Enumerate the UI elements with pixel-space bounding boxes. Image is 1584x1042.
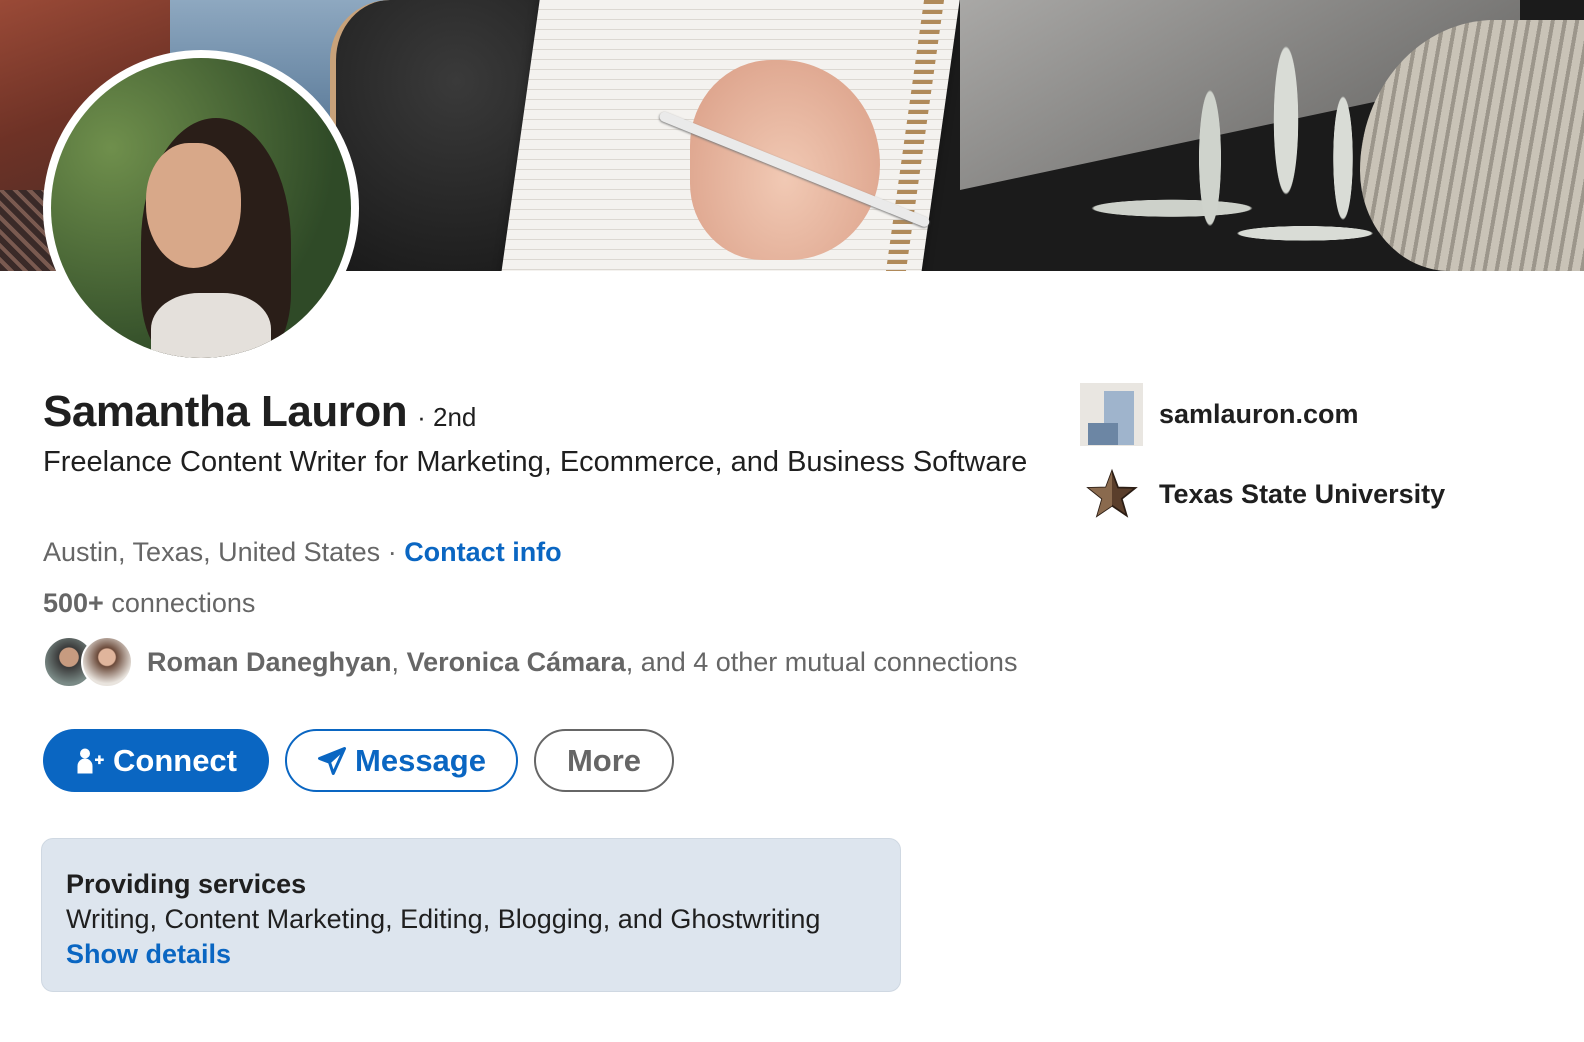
services-list: Writing, Content Marketing, Editing, Blo…: [66, 904, 821, 934]
contact-info-link[interactable]: Contact info: [404, 537, 561, 567]
profile-name: Samantha Lauron: [43, 387, 408, 436]
message-label: Message: [355, 742, 486, 778]
connection-degree: · 2nd: [417, 402, 477, 432]
profile-headline: Freelance Content Writer for Marketing, …: [43, 446, 1028, 478]
profile-actions: Connect Message More: [43, 729, 690, 792]
mutual-separator: ,: [391, 646, 407, 677]
star-icon: [1080, 463, 1143, 526]
location-row: Austin, Texas, United States · Contact i…: [43, 537, 562, 568]
mutual-connections[interactable]: Roman Daneghyan, Veronica Cámara, and 4 …: [43, 636, 1017, 688]
website-link[interactable]: samlauron.com: [1080, 382, 1445, 446]
connect-label: Connect: [113, 742, 237, 778]
show-details-link[interactable]: Show details: [66, 937, 876, 972]
location-separator: ·: [380, 537, 405, 567]
person-add-icon: [75, 746, 105, 776]
website-logo: [1080, 382, 1143, 446]
profile-side-links: samlauron.com Texas State University: [1080, 382, 1445, 542]
connections-link[interactable]: 500+ connections: [43, 588, 255, 619]
connections-count: 500+: [43, 588, 104, 618]
providing-services-card[interactable]: Providing services Writing, Content Mark…: [41, 838, 901, 992]
connections-label: connections: [103, 588, 256, 618]
mutual-rest: , and 4 other mutual connections: [625, 646, 1018, 677]
profile-avatar[interactable]: [43, 50, 359, 366]
mutual-connections-text: Roman Daneghyan, Veronica Cámara, and 4 …: [147, 647, 1017, 678]
website-label: samlauron.com: [1159, 398, 1359, 429]
more-button[interactable]: More: [534, 729, 674, 792]
mutual-name: Veronica Cámara: [406, 646, 626, 677]
mutual-avatar: [81, 636, 133, 688]
more-label: More: [566, 742, 642, 778]
send-icon: [317, 746, 347, 776]
profile-location: Austin, Texas, United States: [43, 537, 381, 567]
mutual-name: Roman Daneghyan: [147, 646, 392, 677]
name-row: Samantha Lauron · 2nd: [43, 387, 476, 437]
school-link[interactable]: Texas State University: [1080, 462, 1445, 526]
connect-button[interactable]: Connect: [43, 729, 269, 792]
message-button[interactable]: Message: [285, 729, 518, 792]
services-title: Providing services: [66, 869, 307, 899]
school-label: Texas State University: [1159, 478, 1446, 509]
